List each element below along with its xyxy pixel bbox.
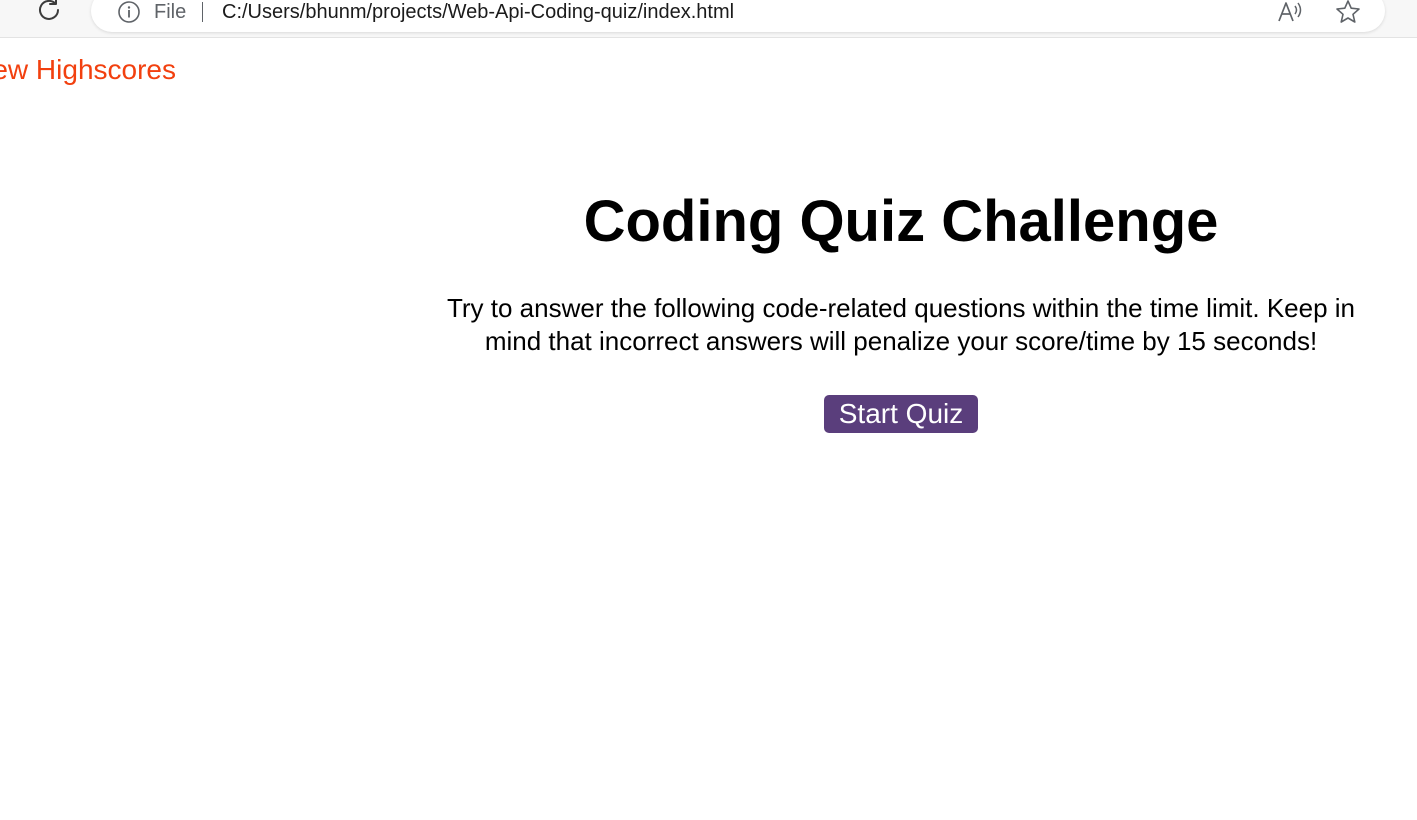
read-aloud-icon[interactable] [1276,0,1304,26]
url-divider [202,2,203,22]
favorite-star-icon[interactable] [1334,0,1362,26]
quiz-start-section: Coding Quiz Challenge Try to answer the … [445,170,1357,433]
page-title: Coding Quiz Challenge [583,189,1219,254]
file-protocol-label: File [154,1,187,23]
reload-icon[interactable] [33,0,65,26]
address-bar[interactable]: File C:/Users/bhunm/projects/Web-Api-Cod… [91,0,1385,32]
view-highscores-link[interactable]: View Highscores [0,54,176,86]
quiz-instructions: Try to answer the following code-related… [446,293,1356,356]
browser-toolbar: File C:/Users/bhunm/projects/Web-Api-Cod… [0,0,1417,38]
info-icon[interactable] [117,0,141,24]
start-quiz-button[interactable]: Start Quiz [823,395,979,433]
url-text[interactable]: C:/Users/bhunm/projects/Web-Api-Coding-q… [222,1,734,23]
